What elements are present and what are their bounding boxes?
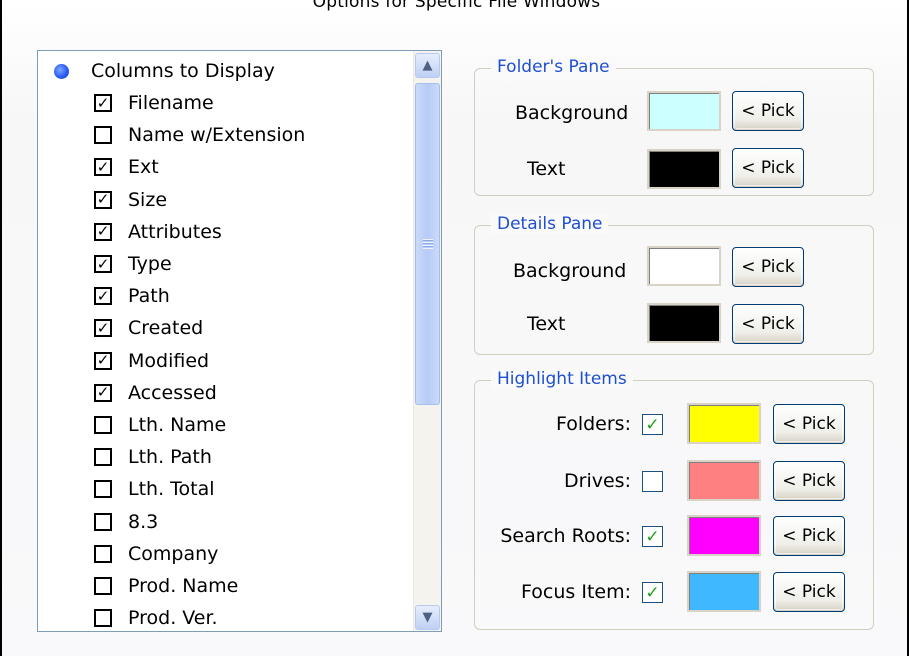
details-background-pick-button[interactable]: < Pick (732, 247, 804, 287)
blue-dot-icon (54, 63, 69, 79)
column-item[interactable]: Name w/Extension (94, 119, 305, 151)
columns-root-item[interactable]: Columns to Display (54, 55, 275, 87)
folders-text-swatch (647, 149, 721, 189)
column-item[interactable]: ✓ Modified (94, 345, 209, 377)
chevron-up-icon: ▲ (422, 58, 433, 73)
column-item-label: Modified (128, 349, 210, 372)
column-item[interactable]: Lth. Name (94, 409, 226, 441)
column-item-label: 8.3 (128, 510, 159, 533)
details-pane-group: Details Pane Background < Pick Text < Pi… (474, 214, 874, 355)
highlight-checkbox-checked[interactable]: ✓ (642, 414, 663, 435)
checkbox-checked-icon[interactable]: ✓ (94, 94, 112, 112)
highlight-checkbox-checked[interactable]: ✓ (642, 526, 663, 547)
column-item[interactable]: Lth. Total (94, 473, 215, 505)
checkbox-unchecked-icon[interactable] (94, 577, 112, 595)
folders-text-pick-button[interactable]: < Pick (732, 148, 804, 188)
column-item[interactable]: Lth. Path (94, 441, 212, 473)
column-item[interactable]: ✓ Filename (94, 87, 214, 119)
folders-background-pick-button[interactable]: < Pick (732, 91, 804, 131)
column-item[interactable]: ✓ Attributes (94, 216, 222, 248)
highlight-checkbox-unchecked[interactable] (642, 471, 663, 492)
column-item-label: Company (128, 542, 219, 565)
checkbox-unchecked-icon[interactable] (94, 512, 112, 531)
columns-list[interactable]: Columns to Display ✓ Filename Name w/Exten… (37, 50, 442, 632)
columns-root-label: Columns to Display (91, 60, 275, 82)
checkbox-checked-icon[interactable]: ✓ (94, 190, 112, 209)
column-item[interactable]: Prod. Ver. (94, 602, 218, 631)
highlight-pick-button[interactable]: < Pick (773, 404, 845, 444)
folders-background-label: Background (515, 102, 629, 124)
column-item-label: Name w/Extension (128, 124, 306, 147)
highlight-pick-button[interactable]: < Pick (773, 461, 845, 501)
options-panel: Options for Specific File Windows Column… (0, 0, 909, 656)
grip-icon (422, 239, 433, 249)
highlight-color-swatch (687, 515, 761, 556)
checkbox-unchecked-icon[interactable] (94, 448, 112, 467)
details-text-swatch (647, 303, 721, 343)
highlight-pick-button[interactable]: < Pick (773, 516, 845, 556)
folders-text-label: Text (527, 158, 566, 180)
column-item[interactable]: ✓ Type (94, 248, 172, 280)
folders-background-swatch (647, 91, 721, 131)
column-item[interactable]: Company (94, 538, 218, 570)
folders-pane-group: Folder's Pane Background < Pick Text < P… (474, 57, 874, 196)
checkbox-checked-icon[interactable]: ✓ (94, 351, 112, 370)
column-item[interactable]: 8.3 (94, 506, 158, 538)
chevron-down-icon: ▼ (422, 610, 433, 625)
highlight-item-label: Folders: (555, 413, 631, 435)
window-title: Options for Specific File Windows (312, 0, 601, 12)
highlight-checkbox-checked[interactable]: ✓ (642, 582, 663, 603)
column-item-label: Lth. Total (128, 478, 215, 501)
checkbox-checked-icon[interactable]: ✓ (94, 383, 112, 402)
details-text-label: Text (527, 313, 566, 335)
column-item-label: Accessed (128, 381, 217, 404)
highlight-item-label: Drives: (564, 470, 631, 492)
details-background-swatch (647, 246, 721, 286)
column-item-label: Created (128, 317, 204, 340)
column-item[interactable]: ✓ Created (94, 312, 203, 344)
vertical-scrollbar[interactable]: ▲ ▼ (413, 51, 441, 631)
scroll-down-button[interactable]: ▼ (415, 605, 440, 630)
column-item-label: Prod. Ver. (128, 607, 218, 630)
scroll-up-button[interactable]: ▲ (415, 53, 440, 78)
scrollbar-thumb[interactable] (415, 83, 440, 405)
highlight-pick-button[interactable]: < Pick (773, 572, 845, 612)
column-item-label: Size (128, 188, 168, 211)
highlight-item-label: Search Roots: (500, 525, 631, 547)
highlight-item-label: Focus Item: (521, 581, 631, 603)
details-background-label: Background (513, 260, 627, 282)
highlight-color-swatch (687, 571, 761, 612)
checkbox-checked-icon[interactable]: ✓ (94, 222, 112, 241)
column-item-label: Lth. Name (128, 414, 227, 436)
details-pane-title: Details Pane (491, 214, 609, 234)
column-item[interactable]: Prod. Name (94, 570, 238, 602)
checkbox-checked-icon[interactable]: ✓ (94, 287, 112, 306)
column-item-label: Attributes (128, 220, 222, 243)
column-item[interactable]: ✓ Accessed (94, 377, 217, 409)
column-item[interactable]: ✓ Size (94, 184, 167, 216)
highlight-color-swatch (687, 403, 761, 444)
checkbox-unchecked-icon[interactable] (94, 480, 112, 499)
checkbox-checked-icon[interactable]: ✓ (94, 319, 112, 338)
highlight-items-group: Highlight Items Folders: ✓ < Pick Drives: < … (474, 369, 874, 630)
checkbox-checked-icon[interactable]: ✓ (94, 255, 112, 273)
checkbox-unchecked-icon[interactable] (94, 609, 112, 628)
checkbox-unchecked-icon[interactable] (94, 544, 112, 563)
column-item-label: Prod. Name (128, 575, 239, 597)
checkbox-unchecked-icon[interactable] (94, 126, 112, 145)
details-text-pick-button[interactable]: < Pick (732, 304, 804, 344)
column-item-label: Ext (128, 156, 159, 179)
folders-pane-title: Folder's Pane (491, 57, 616, 77)
column-item-label: Filename (128, 92, 214, 114)
column-item-label: Lth. Path (128, 446, 212, 469)
highlight-color-swatch (687, 460, 761, 501)
highlight-items-title: Highlight Items (491, 369, 633, 389)
checkbox-checked-icon[interactable]: ✓ (94, 158, 112, 177)
column-item-label: Type (128, 253, 172, 275)
checkbox-unchecked-icon[interactable] (94, 416, 112, 434)
column-item-label: Path (128, 285, 170, 308)
column-item[interactable]: ✓ Path (94, 280, 170, 312)
column-item[interactable]: ✓ Ext (94, 151, 159, 183)
